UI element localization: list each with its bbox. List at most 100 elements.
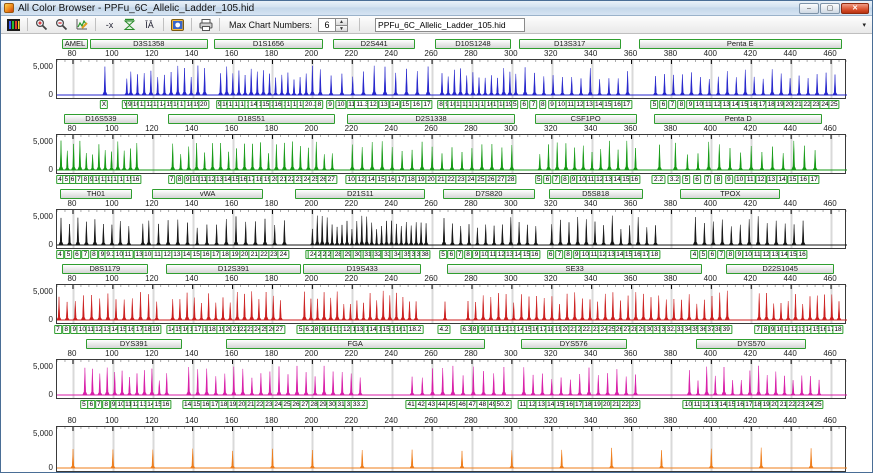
marker-header-row: AMEL D3S1358 D1S1656 D2S441 D10S1248 D13S317 P… bbox=[56, 39, 846, 50]
zoom-chart-edit-icon[interactable] bbox=[73, 17, 90, 32]
allele-label: 19 bbox=[150, 325, 162, 334]
x-tick-label: 180 bbox=[264, 274, 279, 283]
x-tick-label: 180 bbox=[264, 49, 279, 58]
allele-label: 8 bbox=[561, 175, 569, 184]
file-name-field[interactable] bbox=[375, 17, 526, 32]
marker-header-D10S1248: D10S1248 bbox=[435, 39, 511, 49]
maximize-button[interactable]: ▢ bbox=[820, 2, 840, 14]
x-tick-label: 380 bbox=[663, 124, 678, 133]
toolbar-overflow-icon[interactable]: ▾ bbox=[860, 21, 868, 29]
zoom-in-icon[interactable] bbox=[33, 17, 50, 32]
allele-label: 13 bbox=[378, 100, 390, 109]
y-axis-zero-label: 0 bbox=[48, 165, 53, 174]
marker-header-Penta-D: Penta D bbox=[654, 114, 823, 124]
trace-black bbox=[57, 210, 847, 248]
x-tick-label: 300 bbox=[504, 416, 518, 425]
x-tick-label: 180 bbox=[264, 349, 279, 358]
spinner-down-icon[interactable]: ▼ bbox=[336, 24, 348, 32]
chart-block-green: D16S539 D18S51 D2S1338 CSF1PO Penta D 80 100 12… bbox=[33, 114, 847, 186]
chart-orange[interactable]: 5,000 0 bbox=[33, 426, 847, 472]
y-axis-max-label: 5,000 bbox=[32, 429, 53, 438]
axis-minus-x-icon[interactable]: -x bbox=[101, 17, 118, 32]
chart-green[interactable]: 5,000 0 bbox=[33, 134, 847, 174]
x-tick-label: 380 bbox=[663, 199, 678, 208]
close-button[interactable]: ✕ bbox=[841, 2, 869, 14]
x-tick-label: 340 bbox=[583, 274, 598, 283]
allele-label: 6 bbox=[659, 100, 668, 109]
x-tick-label: 360 bbox=[623, 49, 638, 58]
sigma-triangles-icon[interactable] bbox=[121, 17, 138, 32]
allele-label-row: 789101112131415161718191415161717.31818.… bbox=[54, 324, 846, 336]
allele-label: 6 bbox=[447, 250, 456, 259]
x-tick-label: 200 bbox=[304, 199, 319, 208]
x-axis-labels: 80 100 120 140 160 180 200 220 240 260 280 300 320 34… bbox=[56, 124, 846, 134]
all-color-browser-window: All Color Browser - PPFu_6C_Allelic_Ladd… bbox=[0, 0, 873, 473]
x-tick-label: 280 bbox=[464, 199, 478, 208]
allele-label: 10 bbox=[335, 100, 347, 109]
x-tick-label: 220 bbox=[344, 199, 358, 208]
allele-label: 7 bbox=[529, 100, 538, 109]
minimize-button[interactable]: – bbox=[799, 2, 819, 14]
allele-label: 6 bbox=[543, 175, 552, 184]
chart-red[interactable]: 5,000 0 bbox=[33, 284, 847, 324]
chart-black[interactable]: 5,000 0 bbox=[33, 209, 847, 249]
x-tick-label: 140 bbox=[184, 49, 199, 58]
chart-magenta[interactable]: 5,000 0 bbox=[33, 359, 847, 399]
allele-label: 6 bbox=[693, 175, 701, 184]
zoom-out-icon[interactable] bbox=[53, 17, 70, 32]
allele-label: 9 bbox=[326, 100, 334, 109]
allele-label: 8 bbox=[464, 250, 472, 259]
x-tick-label: 380 bbox=[663, 274, 678, 283]
window-title: All Color Browser - PPFu_6C_Allelic_Ladd… bbox=[18, 2, 255, 14]
allele-label: 16 bbox=[130, 175, 142, 184]
allele-label: 4 bbox=[56, 250, 64, 259]
y-axis-max-label: 5,000 bbox=[32, 212, 53, 221]
max-chart-input[interactable] bbox=[319, 18, 336, 31]
x-tick-label: 460 bbox=[823, 49, 837, 58]
allele-ia-icon[interactable]: ĪĀ bbox=[141, 17, 158, 32]
capture-icon[interactable] bbox=[169, 17, 186, 32]
allele-label: 7 bbox=[555, 250, 564, 259]
x-tick-label: 180 bbox=[264, 416, 279, 425]
allele-label: 8 bbox=[714, 175, 723, 184]
trace-magenta bbox=[57, 360, 847, 398]
x-tick-label: 240 bbox=[384, 49, 398, 58]
chart-block-orange: 80 100 120 140 160 180 200 220 240 260 280 300 320 34… bbox=[33, 416, 847, 472]
x-tick-label: 440 bbox=[783, 274, 797, 283]
trace-green bbox=[57, 135, 847, 173]
x-axis-labels: 80 100 120 140 160 180 200 220 240 260 280 300 320 34… bbox=[56, 199, 846, 209]
x-tick-label: 120 bbox=[145, 49, 159, 58]
chart-blue[interactable]: 5,000 0 bbox=[33, 59, 847, 99]
toolbar: -x ĪĀ Max Chart Numbers: ▲ ▼ ▾ bbox=[1, 16, 872, 34]
allele-label: 8 bbox=[175, 175, 184, 184]
allele-label: 27 bbox=[325, 175, 337, 184]
allele-label: 18 bbox=[832, 325, 844, 334]
allele-label: 18.2 bbox=[406, 325, 424, 334]
x-tick-label: 200 bbox=[304, 274, 319, 283]
print-icon[interactable] bbox=[197, 17, 214, 32]
all-color-icon[interactable] bbox=[5, 17, 22, 32]
title-bar[interactable]: All Color Browser - PPFu_6C_Allelic_Ladd… bbox=[1, 1, 872, 16]
x-tick-label: 140 bbox=[184, 124, 199, 133]
marker-header-row: TH01 vWA D21S11 D7S820 D5S818 TPOX bbox=[56, 189, 846, 200]
x-tick-label: 100 bbox=[105, 349, 119, 358]
allele-label: 33.2 bbox=[350, 400, 368, 409]
toolbar-separator bbox=[27, 18, 28, 31]
x-tick-label: 240 bbox=[384, 349, 398, 358]
x-tick-label: 120 bbox=[145, 274, 159, 283]
x-tick-label: 460 bbox=[823, 274, 837, 283]
trace-orange bbox=[57, 427, 847, 471]
x-tick-label: 240 bbox=[384, 124, 398, 133]
allele-label: 5 bbox=[682, 175, 691, 184]
marker-header-D13S317: D13S317 bbox=[518, 39, 621, 49]
allele-label: 11 bbox=[122, 250, 134, 259]
marker-header-D18S51: D18S51 bbox=[167, 114, 336, 124]
allele-label: 3.2 bbox=[667, 175, 681, 184]
x-tick-label: 260 bbox=[424, 274, 438, 283]
allele-label: 7 bbox=[703, 175, 712, 184]
marker-header-D12S391: D12S391 bbox=[165, 264, 302, 274]
allele-label: 9 bbox=[725, 175, 733, 184]
x-tick-label: 200 bbox=[304, 416, 319, 425]
y-axis-max-label: 5,000 bbox=[32, 137, 53, 146]
allele-label: 15 bbox=[787, 175, 799, 184]
